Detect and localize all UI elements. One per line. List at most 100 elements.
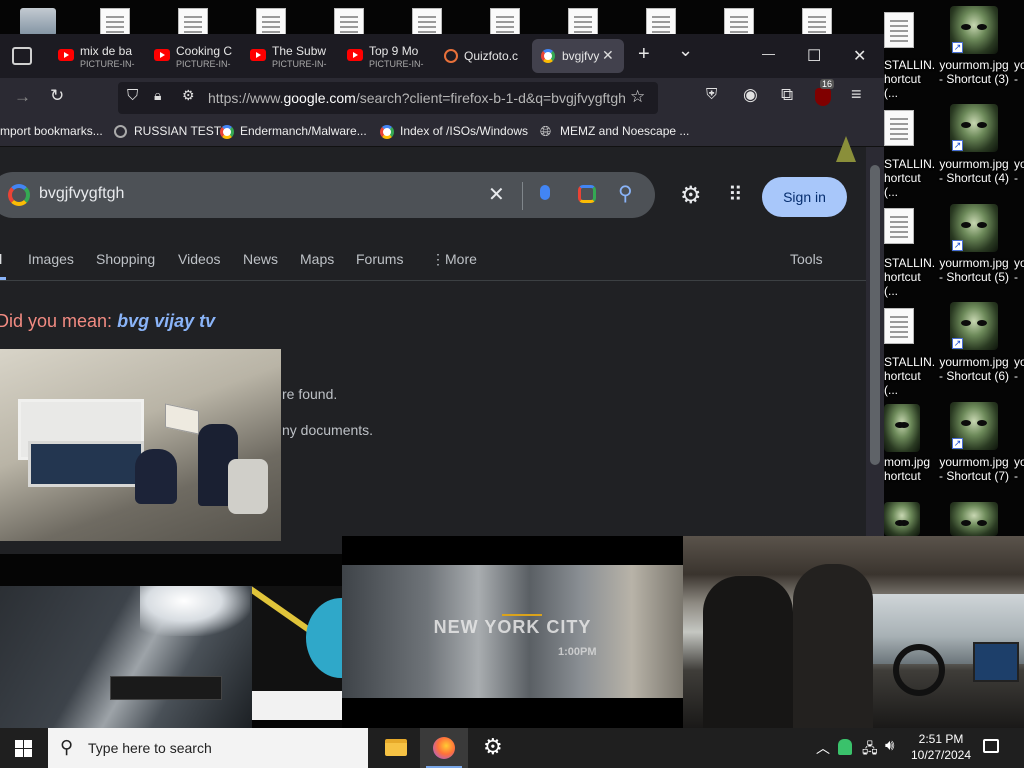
- desktop-icon-label[interactable]: yourmom.jpg - Shortcut (4): [934, 157, 1014, 185]
- sign-in-button[interactable]: Sign in: [762, 177, 847, 217]
- tab-news[interactable]: News: [243, 251, 278, 267]
- windows-start-icon[interactable]: [15, 740, 32, 757]
- desktop-icon-label[interactable]: yo -: [1014, 256, 1024, 284]
- lock-icon[interactable]: 🔒︎: [154, 87, 161, 104]
- tab-cooking[interactable]: Cooking C PICTURE-IN-: [144, 39, 236, 73]
- bookmark-isos[interactable]: Index of /ISOs/Windows: [400, 124, 528, 138]
- desktop-icon-label[interactable]: STALLIN... hortcut (...: [884, 58, 936, 100]
- ublock-icon[interactable]: [815, 88, 831, 106]
- tab-all[interactable]: ll: [0, 251, 2, 267]
- tab-videos[interactable]: Videos: [178, 251, 221, 267]
- installer-shortcut-icon[interactable]: [884, 110, 914, 146]
- permissions-icon[interactable]: ⚙: [182, 87, 195, 104]
- desktop-icon-label[interactable]: STALLIN... hortcut (...: [884, 157, 936, 199]
- settings-gear-icon[interactable]: ⚙: [680, 181, 702, 210]
- maximize-button[interactable]: ☐: [807, 46, 821, 66]
- pip-video-new-york[interactable]: NEW YORK CITY 1:00PM: [342, 536, 683, 728]
- reload-icon[interactable]: ↻: [50, 86, 64, 106]
- tab-mix[interactable]: mix de ba PICTURE-IN-: [48, 39, 140, 73]
- desktop-icon-label[interactable]: mom.jpg hortcut: [884, 455, 936, 483]
- tab-list-button[interactable]: ⌄: [678, 40, 693, 61]
- desktop-icon-label[interactable]: yourmom.jpg - Shortcut (5): [934, 256, 1014, 284]
- tab-more[interactable]: More: [445, 251, 477, 267]
- face-image-icon[interactable]: [950, 502, 998, 536]
- bookmark-import[interactable]: mport bookmarks...: [0, 124, 103, 138]
- installer-shortcut-icon[interactable]: [884, 308, 914, 344]
- youtube-icon: [347, 49, 363, 61]
- tools-button[interactable]: Tools: [790, 251, 823, 267]
- video-caption-time: 1:00PM: [558, 646, 597, 658]
- face-image-icon[interactable]: [884, 502, 920, 536]
- taskbar-search[interactable]: ⚲ Type here to search: [48, 728, 368, 768]
- gold-stroke: [502, 614, 542, 616]
- search-icon[interactable]: ⚲: [618, 181, 633, 206]
- tab-subway[interactable]: The Subw PICTURE-IN-: [240, 39, 332, 73]
- tab-google-search[interactable]: bvgjfvy ✕: [532, 39, 624, 73]
- desktop-icon-label[interactable]: yourmom.jpg - Shortcut (7): [934, 455, 1014, 483]
- firefox-icon: [433, 737, 455, 759]
- more-dots-icon[interactable]: ⋮: [431, 251, 445, 268]
- bookmark-russian-test[interactable]: RUSSIAN TEST: [134, 124, 221, 138]
- close-tab-icon[interactable]: ✕: [602, 47, 614, 64]
- tab-overview-icon[interactable]: [12, 47, 32, 65]
- file-explorer-button[interactable]: [371, 728, 419, 768]
- new-tab-button[interactable]: +: [638, 43, 650, 66]
- url-text[interactable]: https://www.google.com/search?client=fir…: [208, 90, 628, 106]
- network-icon[interactable]: 🖧︎: [862, 738, 878, 762]
- desktop-icon-label[interactable]: yo -: [1014, 157, 1024, 185]
- settings-taskbar-button[interactable]: ⚙: [469, 728, 517, 768]
- spelling-suggestion-link[interactable]: bvg vijay tv: [117, 311, 215, 331]
- show-hidden-icons-chevron[interactable]: ︿: [816, 738, 830, 758]
- tab-shopping[interactable]: Shopping: [96, 251, 155, 267]
- clear-search-icon[interactable]: ✕: [488, 182, 505, 207]
- bookmark-endermanch[interactable]: Endermanch/Malware...: [240, 124, 367, 138]
- face-image-icon[interactable]: [884, 404, 920, 452]
- account-icon[interactable]: ◉: [743, 85, 758, 105]
- installer-shortcut-icon[interactable]: [884, 12, 914, 48]
- desktop-icon-label[interactable]: yo -: [1014, 58, 1024, 86]
- desktop-icon-label[interactable]: yourmom.jpg - Shortcut (3): [934, 58, 1014, 86]
- tray-app-icon[interactable]: [838, 739, 852, 755]
- minimize-button[interactable]: —: [762, 46, 775, 61]
- taskbar-search-input[interactable]: Type here to search: [88, 740, 212, 756]
- page-scrollbar[interactable]: [866, 147, 884, 554]
- extensions-icon[interactable]: ⧉: [781, 85, 793, 105]
- pip-video-prison-cell[interactable]: [0, 349, 281, 541]
- recycle-bin-icon[interactable]: [20, 8, 56, 36]
- notification-center-icon[interactable]: [983, 739, 999, 753]
- firefox-taskbar-button[interactable]: [420, 728, 468, 768]
- shield-icon[interactable]: ⛉: [127, 87, 138, 104]
- pip-video-graphic[interactable]: [252, 586, 342, 720]
- bookmark-star-icon[interactable]: ☆: [630, 87, 645, 107]
- desktop-icon-label[interactable]: STALLIN... hortcut (...: [884, 256, 936, 298]
- scroll-thumb[interactable]: [870, 165, 880, 465]
- system-clock[interactable]: 2:51 PM 10/27/2024: [906, 731, 976, 763]
- tab-images[interactable]: Images: [28, 251, 74, 267]
- microphone-icon[interactable]: [540, 185, 550, 200]
- search-box[interactable]: bvgjfvygftgh ✕ ⚲: [0, 172, 655, 218]
- tab-maps[interactable]: Maps: [300, 251, 334, 267]
- desktop-icon-label[interactable]: yourmom.jpg - Shortcut (6): [934, 355, 1014, 383]
- forward-icon[interactable]: →: [14, 87, 31, 107]
- pip-video-bedroom[interactable]: [0, 586, 252, 728]
- volume-icon[interactable]: 🔊︎: [885, 737, 894, 754]
- bookmark-memz[interactable]: MEMZ and Noescape ...: [560, 124, 689, 138]
- address-bar[interactable]: ⛉ 🔒︎ ⚙ https://www.google.com/search?cli…: [118, 82, 658, 114]
- close-window-button[interactable]: ✕: [853, 46, 866, 66]
- google-lens-icon[interactable]: [578, 185, 596, 203]
- navigation-toolbar: → ↻ ⛉ 🔒︎ ⚙ https://www.google.com/search…: [0, 78, 884, 118]
- desktop-icon-label[interactable]: STALLIN... hortcut (...: [884, 355, 936, 397]
- desktop-icon-label[interactable]: yo -: [1014, 455, 1024, 483]
- tab-quizfoto[interactable]: Quizfoto.c: [434, 39, 526, 73]
- tab-forums[interactable]: Forums: [356, 251, 403, 267]
- menu-icon[interactable]: ≡: [851, 84, 862, 105]
- search-input[interactable]: bvgjfvygftgh: [39, 185, 124, 203]
- pocket-icon[interactable]: ⛨: [706, 86, 717, 103]
- desktop-icon-label[interactable]: yo -: [1014, 355, 1024, 383]
- apps-grid-icon[interactable]: ⠿: [728, 182, 743, 207]
- car-display: [973, 642, 1019, 682]
- person-figure: [135, 449, 177, 504]
- pip-video-car[interactable]: [683, 536, 1024, 728]
- installer-shortcut-icon[interactable]: [884, 208, 914, 244]
- tab-top9[interactable]: Top 9 Mo PICTURE-IN-: [337, 39, 429, 73]
